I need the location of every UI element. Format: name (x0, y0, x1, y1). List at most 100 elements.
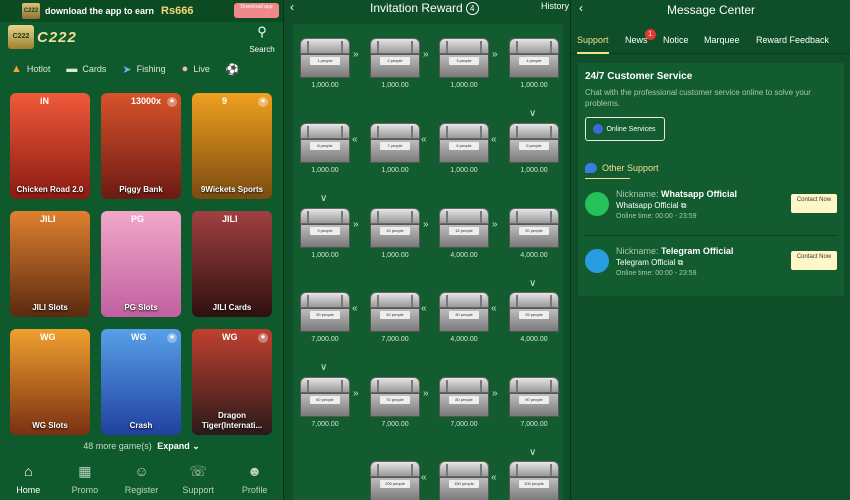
game-tile[interactable]: WG ★ Dragon Tiger(Internati... (192, 329, 272, 435)
flame-icon: ▲ (11, 63, 22, 75)
download-app-button[interactable]: Download app (234, 3, 279, 18)
treasure-chest-icon: 2 people (370, 38, 420, 78)
chest-lid (370, 208, 420, 224)
reward-chest[interactable]: 5 people 1,000.00 (509, 123, 559, 174)
category-fishing[interactable]: ➤ Fishing (122, 63, 165, 76)
game-tile[interactable]: JILI JILI Cards (192, 211, 272, 317)
nav-support[interactable]: ☏ Support (172, 462, 224, 500)
chest-lid (439, 292, 489, 308)
reward-chest[interactable]: 200 people (370, 461, 420, 500)
nav-home[interactable]: ⌂ Home (2, 462, 54, 500)
reward-chest[interactable]: 25 people 4,000.00 (509, 292, 559, 343)
download-banner[interactable]: C222 download the app to earn Rs666 Down… (0, 0, 283, 22)
reward-chest[interactable]: 7 people 1,000.00 (370, 123, 420, 174)
chest-people-label: 150 people (449, 480, 479, 488)
expand-button[interactable]: Expand ⌄ (157, 441, 200, 451)
reward-chest[interactable]: 40 people 7,000.00 (370, 292, 420, 343)
arrow-left-icon: « (491, 303, 497, 314)
treasure-chest-icon: 5 people (509, 123, 559, 163)
chat-icon (593, 124, 603, 134)
favorite-icon[interactable]: ★ (258, 97, 268, 107)
category-cards[interactable]: ▬ Cards (66, 63, 106, 75)
invitation-reward-panel: ‹ Invitation Reward 4 History 1 people 1,0… (283, 0, 570, 500)
reward-chest[interactable]: 1 people 1,000.00 (300, 38, 350, 89)
reward-chest[interactable]: 50 people 7,000.00 (300, 292, 350, 343)
game-tile[interactable]: 13000x ★ Piggy Bank (101, 93, 181, 199)
nav-promo[interactable]: ▦ Promo (59, 462, 111, 500)
game-tile[interactable]: iN Chicken Road 2.0 (10, 93, 90, 199)
copy-icon[interactable]: ⧉ (681, 201, 687, 210)
reward-chest[interactable]: 9 people 1,000.00 (300, 208, 350, 259)
game-tile[interactable]: WG WG Slots (10, 329, 90, 435)
chest-reward-value: 4,000.00 (450, 252, 478, 259)
reward-chest[interactable]: 60 people 7,000.00 (300, 377, 350, 428)
online-services-button[interactable]: Online Services (585, 117, 665, 141)
tab-news[interactable]: News 1 (625, 29, 656, 45)
game-badge: 9 (222, 96, 228, 106)
search-button[interactable]: ⚲ Search (247, 25, 277, 55)
reward-chest[interactable]: 15 people 4,000.00 (439, 208, 489, 259)
game-name: 9Wickets Sports (200, 185, 264, 194)
reward-chest[interactable]: 90 people 7,000.00 (509, 377, 559, 428)
tab-notice[interactable]: Notice (663, 35, 689, 45)
game-name: Crash (129, 421, 153, 430)
nav-profile[interactable]: ☻ Profile (229, 462, 281, 500)
reward-chest[interactable]: 2 people 1,000.00 (370, 38, 420, 89)
favorite-icon[interactable]: ★ (167, 333, 177, 343)
treasure-chest-icon: 8 people (300, 123, 350, 163)
arrow-right-icon: » (423, 219, 429, 230)
arrow-right-icon: » (492, 49, 498, 60)
reward-chest[interactable]: 100 people (509, 461, 559, 500)
reward-chest[interactable]: 30 people 4,000.00 (439, 292, 489, 343)
game-tile[interactable]: WG ★ Crash (101, 329, 181, 435)
chest-reward-value: 7,000.00 (450, 421, 478, 428)
reward-chest[interactable]: 10 people 1,000.00 (370, 208, 420, 259)
reward-chest[interactable]: 70 people 7,000.00 (370, 377, 420, 428)
reward-chest[interactable]: 3 people 1,000.00 (439, 38, 489, 89)
nav-register[interactable]: ☺ Register (115, 462, 167, 500)
chest-lid (370, 292, 420, 308)
reward-chest[interactable]: 8 people 1,000.00 (300, 123, 350, 174)
chest-lid (439, 377, 489, 393)
arrow-left-icon: « (421, 134, 427, 145)
brand-logo[interactable]: C222 C222 (8, 25, 92, 49)
arrow-left-icon: « (421, 472, 427, 483)
chest-people-label: 30 people (449, 311, 479, 319)
message-center-panel: ‹ Message Center Support News 1 Notice Ma… (570, 0, 850, 500)
download-amount: Rs666 (161, 5, 194, 17)
tab-reward-feedback[interactable]: Reward Feedback (756, 35, 829, 45)
reward-chest[interactable]: 20 people 4,000.00 (509, 208, 559, 259)
chest-people-label: 3 people (449, 57, 479, 65)
arrow-left-icon: « (491, 472, 497, 483)
copy-icon[interactable]: ⧉ (678, 258, 684, 267)
category-sports[interactable]: ⚽ (226, 63, 245, 76)
app-logo: C222 (22, 3, 40, 19)
arrow-left-icon: « (352, 134, 358, 145)
game-badge: WG (40, 332, 56, 342)
chest-reward-value: 1,000.00 (311, 82, 339, 89)
history-link[interactable]: History (541, 1, 569, 11)
game-badge: JILI (222, 214, 238, 224)
category-live[interactable]: ● Live (182, 63, 210, 75)
favorite-icon[interactable]: ★ (258, 333, 268, 343)
game-tile[interactable]: PG PG Slots (101, 211, 181, 317)
chest-people-label: 8 people (310, 142, 340, 150)
reward-chest[interactable]: 150 people (439, 461, 489, 500)
favorite-icon[interactable]: ★ (167, 97, 177, 107)
tab-marquee[interactable]: Marquee (704, 35, 740, 45)
category-hotlot[interactable]: ▲ Hotlot (11, 63, 50, 75)
game-tile[interactable]: JILI JILI Slots (10, 211, 90, 317)
back-icon[interactable]: ‹ (290, 0, 294, 14)
person-icon: ● (181, 63, 189, 75)
game-tile[interactable]: 9 ★ 9Wickets Sports (192, 93, 272, 199)
tab-support[interactable]: Support (577, 35, 609, 54)
headset-icon: ☏ (189, 463, 207, 479)
contact-now-button[interactable]: Contact Now (791, 251, 837, 270)
treasure-chest-icon: 70 people (370, 377, 420, 417)
reward-chest[interactable]: 80 people 7,000.00 (439, 377, 489, 428)
reward-chest[interactable]: 4 people 1,000.00 (509, 38, 559, 89)
chest-lid (300, 123, 350, 139)
contact-now-button[interactable]: Contact Now (791, 194, 837, 213)
treasure-chest-icon: 4 people (509, 38, 559, 78)
reward-chest[interactable]: 6 people 1,000.00 (439, 123, 489, 174)
